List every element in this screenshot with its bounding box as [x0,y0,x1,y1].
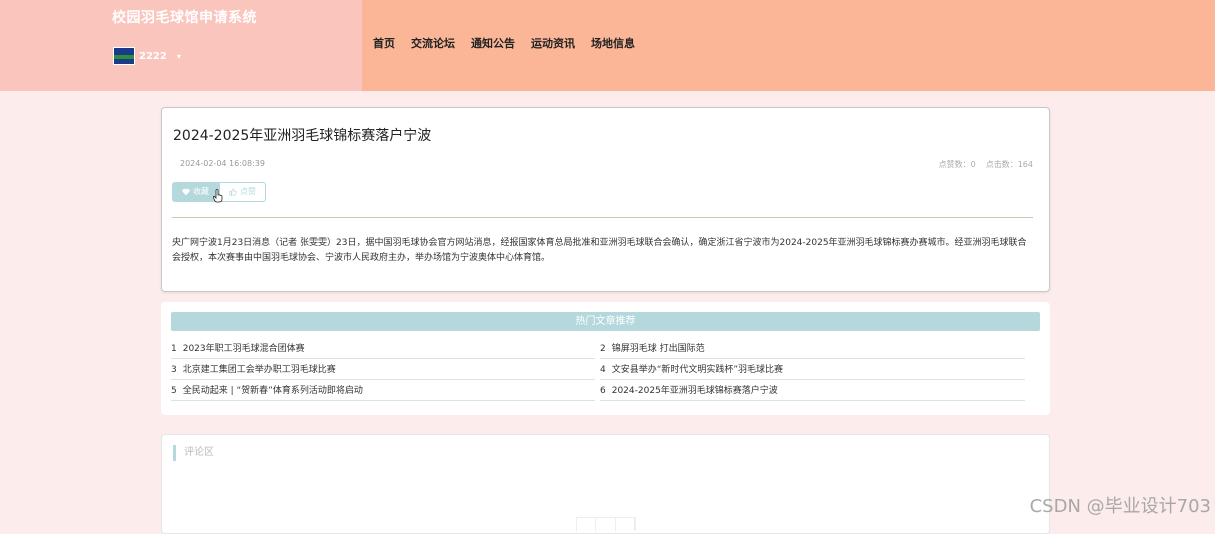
item-number: 2 [600,344,606,354]
item-title: 北京建工集团工会举办职工羽毛球比赛 [182,365,336,375]
nav-item-home[interactable]: 首页 [373,35,395,51]
article-card: 2024-2025年亚洲羽毛球锦标赛落户宁波 2024-02-04 16:08:… [161,107,1050,292]
click-count: 点击数：164 [985,160,1033,169]
hot-articles-card: 热门文章推荐 1 2023年职工羽毛球混合团体赛 2 锦屏羽毛球 打出国际范 3 北京… [161,302,1050,415]
hot-article-item[interactable]: 4 文安县举办“新时代文明实践杯”羽毛球比赛 [600,360,1025,380]
heart-icon [182,188,190,196]
hot-article-item[interactable]: 2 锦屏羽毛球 打出国际范 [600,339,1025,359]
article-stats: 点赞数：0 点击数：164 [939,159,1033,170]
hot-article-item[interactable]: 6 2024-2025年亚洲羽毛球锦标赛落户宁波 [600,381,1025,401]
article-body: 央广网宁波1月23日消息（记者 张雯雯）23日，据中国羽毛球协会官方网站消息，经… [172,238,1027,263]
site-title: 校园羽毛球馆申请系统 [112,10,257,26]
like-label: 点赞 [240,187,256,196]
pagination[interactable] [576,517,636,531]
collect-label: 收藏 [193,187,209,196]
item-number: 3 [171,365,177,375]
caret-down-icon: ▾ [176,51,181,61]
nav-item-venues[interactable]: 场地信息 [591,35,635,51]
pager-prev[interactable] [577,518,597,531]
hot-articles-header: 热门文章推荐 [171,312,1040,331]
divider [172,217,1033,218]
item-title: 2023年职工羽毛球混合团体赛 [182,344,305,354]
comment-section: 评论区 [161,434,1050,534]
collect-button[interactable]: 收藏 [172,182,219,202]
brand-panel: 校园羽毛球馆申请系统 2222 ▾ [0,0,362,91]
article-date: 2024-02-04 16:08:39 [180,159,265,168]
item-title: 文安县举办“新时代文明实践杯”羽毛球比赛 [611,365,784,375]
watermark: CSDN @毕业设计703 [1029,496,1211,517]
item-number: 6 [600,386,606,396]
comment-section-title: 评论区 [173,445,214,461]
pager-page[interactable] [596,518,616,531]
top-header: 校园羽毛球馆申请系统 2222 ▾ 首页 交流论坛 通知公告 运动资讯 场地信息 [0,0,1215,91]
item-number: 1 [171,344,177,354]
item-number: 5 [171,386,177,396]
like-count: 点赞数：0 [938,160,976,169]
item-title: 锦屏羽毛球 打出国际范 [611,344,705,354]
nav-item-notices[interactable]: 通知公告 [471,35,515,51]
item-title: 全民动起来 | “贺新春”体育系列活动即将启动 [182,386,363,396]
article-title: 2024-2025年亚洲羽毛球锦标赛落户宁波 [173,128,432,144]
avatar [113,47,135,65]
nav-item-forum[interactable]: 交流论坛 [411,35,455,51]
nav-item-sports-news[interactable]: 运动资讯 [531,35,575,51]
hot-article-item[interactable]: 5 全民动起来 | “贺新春”体育系列活动即将启动 [171,381,595,401]
item-number: 4 [600,365,606,375]
hand-pointer-icon [213,189,223,203]
item-title: 2024-2025年亚洲羽毛球锦标赛落户宁波 [611,386,778,396]
user-menu[interactable]: 2222 ▾ [113,46,181,66]
username: 2222 [139,50,167,62]
hot-article-item[interactable]: 3 北京建工集团工会举办职工羽毛球比赛 [171,360,595,380]
hot-article-item[interactable]: 1 2023年职工羽毛球混合团体赛 [171,339,595,359]
like-button[interactable]: 点赞 [219,182,266,202]
main-nav: 首页 交流论坛 通知公告 运动资讯 场地信息 [373,35,635,51]
thumb-up-icon [229,188,237,196]
pager-next[interactable] [616,518,635,531]
